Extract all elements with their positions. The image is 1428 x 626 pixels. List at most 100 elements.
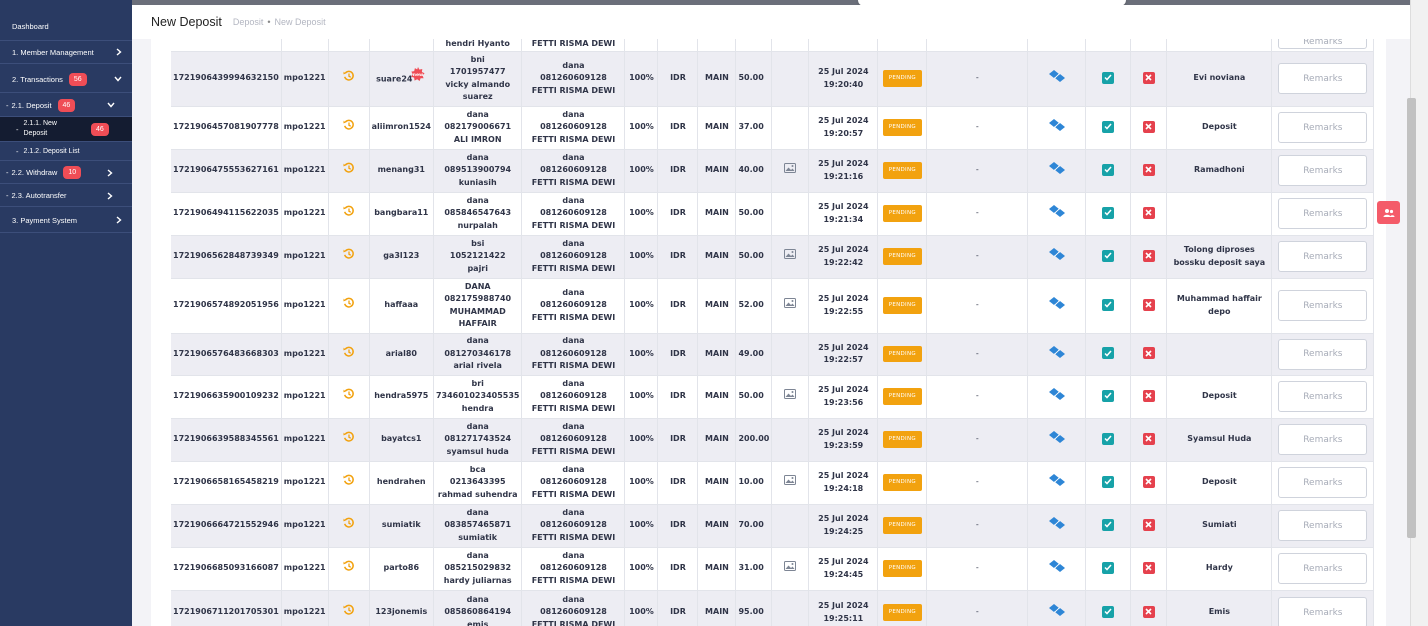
remarks-input[interactable] (1278, 241, 1368, 272)
reject-icon[interactable] (1142, 206, 1155, 219)
remarks-input[interactable] (1278, 381, 1368, 412)
remarks-input[interactable] (1278, 112, 1368, 143)
remarks-input[interactable] (1278, 290, 1368, 321)
remarks-input[interactable] (1278, 155, 1368, 186)
approve-icon[interactable] (1102, 206, 1115, 219)
sidebar-item-transactions[interactable]: 2. Transactions 56 (0, 66, 132, 93)
username[interactable]: 123jonemis (375, 607, 427, 616)
approve-icon[interactable] (1102, 298, 1115, 311)
username[interactable]: aliimron1524 (372, 122, 431, 131)
username[interactable]: sumiatik (382, 520, 421, 529)
username[interactable]: parto86 (384, 563, 420, 572)
sidebar-item-member-management[interactable]: 1. Member Management (0, 40, 132, 64)
approve-icon[interactable] (1102, 120, 1115, 133)
image-icon[interactable] (784, 249, 797, 264)
reject-icon[interactable] (1142, 298, 1155, 311)
remarks-input[interactable] (1278, 553, 1368, 584)
history-icon[interactable] (342, 297, 355, 314)
scrollbar-thumb[interactable] (1407, 98, 1416, 538)
reject-icon[interactable] (1142, 518, 1155, 531)
approve-icon[interactable] (1102, 389, 1115, 402)
history-icon[interactable] (342, 248, 355, 265)
username[interactable]: menang31 (378, 165, 425, 174)
username[interactable]: bayatcs1 (381, 434, 421, 443)
transfer-icon[interactable] (1048, 296, 1066, 315)
reject-icon[interactable] (1142, 347, 1155, 359)
remarks-input[interactable] (1278, 63, 1368, 94)
image-icon[interactable] (784, 475, 797, 490)
transfer-icon[interactable] (1048, 69, 1066, 88)
reject-icon[interactable] (1142, 71, 1155, 84)
sidebar-item-dashboard[interactable]: Dashboard (0, 13, 132, 39)
image-icon[interactable] (784, 163, 797, 178)
history-icon[interactable] (342, 205, 355, 222)
history-icon[interactable] (342, 560, 355, 577)
reject-cell (1130, 333, 1168, 376)
username[interactable]: bangbara11 (374, 208, 428, 217)
history-icon[interactable] (342, 119, 355, 136)
users-float-button[interactable] (1377, 201, 1400, 224)
reject-icon[interactable] (1142, 432, 1155, 445)
approve-icon[interactable] (1102, 518, 1115, 531)
username[interactable]: suare24 (376, 74, 412, 83)
username[interactable]: haffaaa (384, 300, 418, 309)
reject-icon[interactable] (1142, 163, 1155, 176)
history-icon[interactable] (342, 604, 355, 621)
username[interactable]: hendrahen (377, 477, 426, 486)
approve-icon[interactable] (1102, 475, 1115, 488)
transfer-icon[interactable] (1048, 345, 1066, 364)
transfer-icon[interactable] (1048, 603, 1066, 622)
approve-icon[interactable] (1102, 347, 1115, 359)
sidebar-item-payment-system[interactable]: 3. Payment System (0, 208, 132, 233)
remarks-input[interactable] (1278, 338, 1368, 370)
reject-icon[interactable] (1142, 389, 1155, 402)
history-icon[interactable] (342, 162, 355, 179)
reject-icon[interactable] (1142, 605, 1155, 618)
sidebar-item-deposit[interactable]: - 2.1. Deposit 46 (0, 94, 132, 117)
remarks-input[interactable] (1278, 597, 1368, 626)
history-icon[interactable] (342, 474, 355, 491)
transfer-icon[interactable] (1048, 204, 1066, 223)
image-icon[interactable] (784, 561, 797, 576)
approve-icon[interactable] (1102, 605, 1115, 618)
transfer-icon[interactable] (1048, 387, 1066, 406)
sidebar-item-deposit-list[interactable]: - 2.1.2. Deposit List (0, 141, 132, 161)
transfer-icon[interactable] (1048, 473, 1066, 492)
history-icon[interactable] (342, 70, 355, 87)
reject-icon[interactable] (1142, 120, 1155, 133)
remarks-input[interactable] (1278, 39, 1368, 49)
username[interactable]: arial80 (386, 349, 417, 358)
approve-icon[interactable] (1102, 432, 1115, 445)
username[interactable]: ga3l123 (383, 251, 419, 260)
reject-icon[interactable] (1142, 475, 1155, 488)
reject-icon[interactable] (1142, 249, 1155, 262)
image-icon[interactable] (784, 298, 797, 313)
transfer-icon[interactable] (1048, 559, 1066, 578)
approve-icon[interactable] (1102, 71, 1115, 84)
transaction-id-cell: 1721906576483668303 (171, 333, 282, 376)
image-icon[interactable] (784, 389, 797, 404)
history-icon[interactable] (342, 431, 355, 448)
approve-icon[interactable] (1102, 249, 1115, 262)
history-icon[interactable] (342, 517, 355, 534)
remarks-input[interactable] (1278, 467, 1368, 498)
sidebar-item-autotransfer[interactable]: - 2.3. Autotransfer (0, 185, 132, 207)
breadcrumb-deposit[interactable]: Deposit (233, 17, 264, 27)
sidebar-item-withdraw[interactable]: - 2.2. Withdraw 10 (0, 162, 132, 184)
remarks-input[interactable] (1278, 198, 1368, 229)
reject-icon[interactable] (1142, 561, 1155, 574)
remarks-input[interactable] (1278, 424, 1368, 455)
transfer-icon[interactable] (1048, 516, 1066, 535)
history-icon[interactable] (342, 388, 355, 405)
remarks-input[interactable] (1278, 510, 1368, 541)
transfer-icon[interactable] (1048, 161, 1066, 180)
transfer-icon[interactable] (1048, 247, 1066, 266)
approve-icon[interactable] (1102, 561, 1115, 574)
transfer-icon[interactable] (1048, 118, 1066, 137)
username[interactable]: hendra5975 (374, 391, 428, 400)
bank-cell: dana 081270346178 arial rivela (433, 333, 523, 376)
sidebar-item-new-deposit[interactable]: - 2.1.1. New Deposit 46 (0, 117, 132, 141)
approve-icon[interactable] (1102, 163, 1115, 176)
transfer-icon[interactable] (1048, 430, 1066, 449)
history-icon[interactable] (342, 346, 355, 363)
